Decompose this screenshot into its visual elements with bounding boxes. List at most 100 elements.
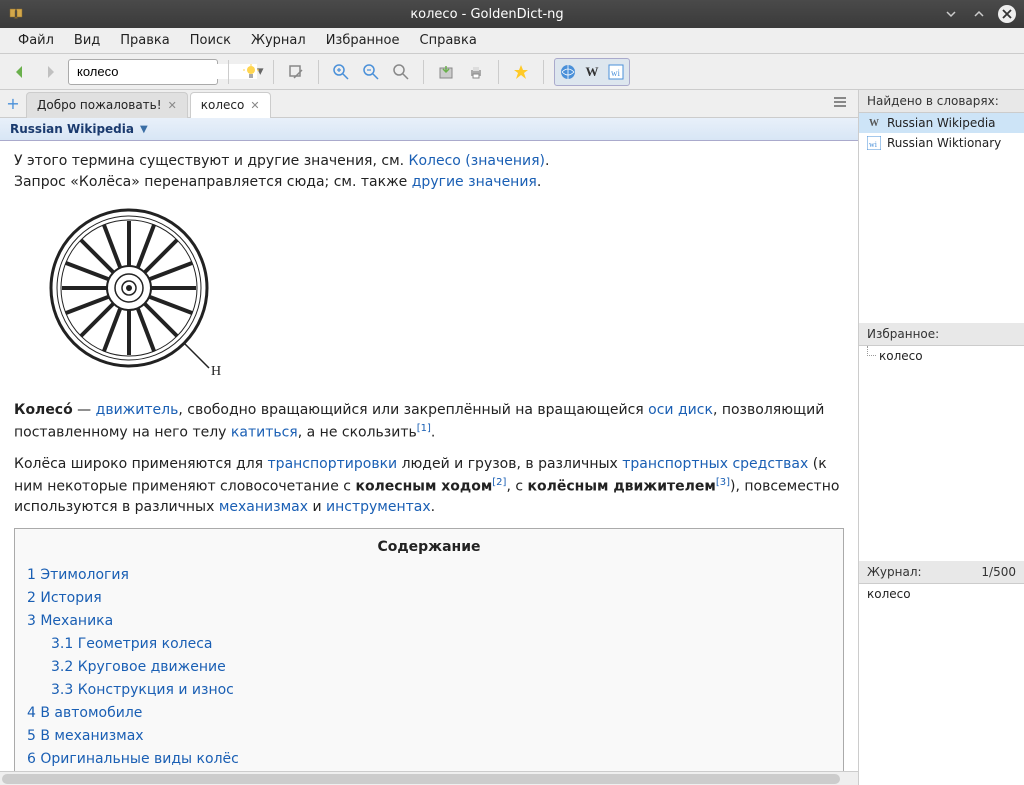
link[interactable]: транспортных средствах <box>622 456 808 472</box>
close-icon[interactable]: ✕ <box>168 99 177 112</box>
toc-item[interactable]: 2 История <box>27 587 831 610</box>
found-in-title: Найдено в словарях: <box>859 90 1024 113</box>
close-icon[interactable]: ✕ <box>250 99 259 112</box>
text: — <box>73 402 96 418</box>
toc-item[interactable]: 3.1 Геометрия колеса <box>27 633 831 656</box>
toc-item[interactable]: 3.2 Круговое движение <box>27 656 831 679</box>
toc-item[interactable]: 3.3 Конструкция и износ <box>27 679 831 702</box>
menu-file[interactable]: Файл <box>8 29 64 52</box>
text: и <box>308 499 326 515</box>
search-input[interactable] <box>73 64 257 79</box>
article-content: У этого термина существуют и другие знач… <box>0 141 858 771</box>
text: колесным ходом <box>355 478 492 494</box>
separator <box>273 60 274 84</box>
dict-item[interactable]: wi Russian Wiktionary <box>859 133 1024 153</box>
toc-item[interactable]: 6 Оригинальные виды колёс <box>27 748 831 771</box>
add-favorite-button[interactable] <box>509 60 533 84</box>
link[interactable]: Колесо (значения) <box>409 153 545 169</box>
menu-history[interactable]: Журнал <box>241 29 316 52</box>
minimize-button[interactable] <box>942 5 960 23</box>
tab-welcome[interactable]: Добро пожаловать! ✕ <box>26 92 188 118</box>
link[interactable]: транспортировки <box>268 456 398 472</box>
chevron-down-icon: ▼ <box>140 124 148 135</box>
dict-item[interactable]: WRussian Wikipedia <box>859 113 1024 133</box>
history-count: 1/500 <box>981 565 1016 579</box>
dict-label: Russian Wikipedia <box>887 116 996 130</box>
highlight-button[interactable] <box>239 60 263 84</box>
scan-popup-button[interactable] <box>284 60 308 84</box>
toc-item[interactable]: 1 Этимология <box>27 564 831 587</box>
tab-menu-button[interactable] <box>832 94 852 114</box>
titlebar: колесо - GoldenDict-ng <box>0 0 1024 28</box>
text: . <box>537 174 541 190</box>
menu-view[interactable]: Вид <box>64 29 110 52</box>
forward-button[interactable] <box>38 60 62 84</box>
ref-link[interactable]: [2] <box>492 477 506 488</box>
text: Колёса широко применяются для <box>14 456 268 472</box>
toolbar: ▾ W wi <box>0 54 1024 90</box>
link[interactable]: механизмах <box>219 499 308 515</box>
horizontal-scrollbar[interactable] <box>0 771 858 785</box>
dict-list: WRussian Wikipedia wi Russian Wiktionary <box>859 113 1024 323</box>
menubar: Файл Вид Правка Поиск Журнал Избранное С… <box>0 28 1024 54</box>
link[interactable]: катиться <box>231 425 298 441</box>
separator <box>318 60 319 84</box>
toc-title: Содержание <box>27 537 831 558</box>
link[interactable]: диск <box>678 402 713 418</box>
text: , а не скользить <box>298 425 417 441</box>
window-title: колесо - GoldenDict-ng <box>32 7 942 22</box>
wheel-illustration: Н <box>44 203 844 390</box>
maximize-button[interactable] <box>970 5 988 23</box>
text: Запрос «Колёса» перенаправляется сюда; с… <box>14 174 412 190</box>
tab-current[interactable]: колесо ✕ <box>190 92 271 118</box>
tab-bar: + Добро пожаловать! ✕ колесо ✕ <box>0 90 858 118</box>
table-of-contents: Содержание 1 Этимология2 История3 Механи… <box>14 528 844 771</box>
back-button[interactable] <box>8 60 32 84</box>
ref-link[interactable]: [3] <box>716 477 730 488</box>
link[interactable]: движитель <box>96 402 179 418</box>
article-source-header[interactable]: Russian Wikipedia ▼ <box>0 118 858 141</box>
search-box[interactable]: ▾ <box>68 59 218 85</box>
separator <box>228 60 229 84</box>
menu-edit[interactable]: Правка <box>110 29 179 52</box>
text: , свободно вращающийся или закреплённый … <box>178 402 648 418</box>
text: . <box>545 153 549 169</box>
svg-text:wi: wi <box>869 140 878 149</box>
toc-item[interactable]: 4 В автомобиле <box>27 702 831 725</box>
dict-wiktionary-icon[interactable]: wi <box>605 61 627 83</box>
link[interactable]: инструментах <box>326 499 431 515</box>
text: колёсным движителем <box>528 478 716 494</box>
side-panel: Найдено в словарях: WRussian Wikipediawi… <box>859 90 1024 785</box>
zoom-in-button[interactable] <box>329 60 353 84</box>
text: людей и грузов, в различных <box>397 456 622 472</box>
toc-item[interactable]: 5 В механизмах <box>27 725 831 748</box>
headword: Колесо́ <box>14 402 73 418</box>
history-item[interactable]: колесо <box>859 584 1024 604</box>
new-tab-button[interactable]: + <box>4 95 22 113</box>
menu-help[interactable]: Справка <box>410 29 487 52</box>
zoom-out-button[interactable] <box>359 60 383 84</box>
menu-favorites[interactable]: Избранное <box>316 29 410 52</box>
dict-group-selector: W wi <box>554 58 630 86</box>
favorites-list: колесо <box>859 346 1024 561</box>
history-list: колесо <box>859 584 1024 785</box>
ref-link[interactable]: [1] <box>417 423 431 434</box>
favorites-title: Избранное: <box>859 323 1024 346</box>
zoom-reset-button[interactable] <box>389 60 413 84</box>
dict-label: Russian Wiktionary <box>887 136 1001 150</box>
link[interactable]: оси <box>648 402 673 418</box>
link[interactable]: другие значения <box>412 174 537 190</box>
menu-search[interactable]: Поиск <box>180 29 241 52</box>
history-title-row: Журнал: 1/500 <box>859 561 1024 584</box>
close-button[interactable] <box>998 5 1016 23</box>
text: У этого термина существуют и другие знач… <box>14 153 409 169</box>
text: . <box>431 499 435 515</box>
favorite-item[interactable]: колесо <box>859 346 1024 366</box>
dict-group-all-icon[interactable] <box>557 61 579 83</box>
separator <box>498 60 499 84</box>
print-button[interactable] <box>464 60 488 84</box>
app-icon <box>8 6 24 22</box>
save-article-button[interactable] <box>434 60 458 84</box>
dict-wikipedia-icon[interactable]: W <box>581 61 603 83</box>
toc-item[interactable]: 3 Механика <box>27 610 831 633</box>
